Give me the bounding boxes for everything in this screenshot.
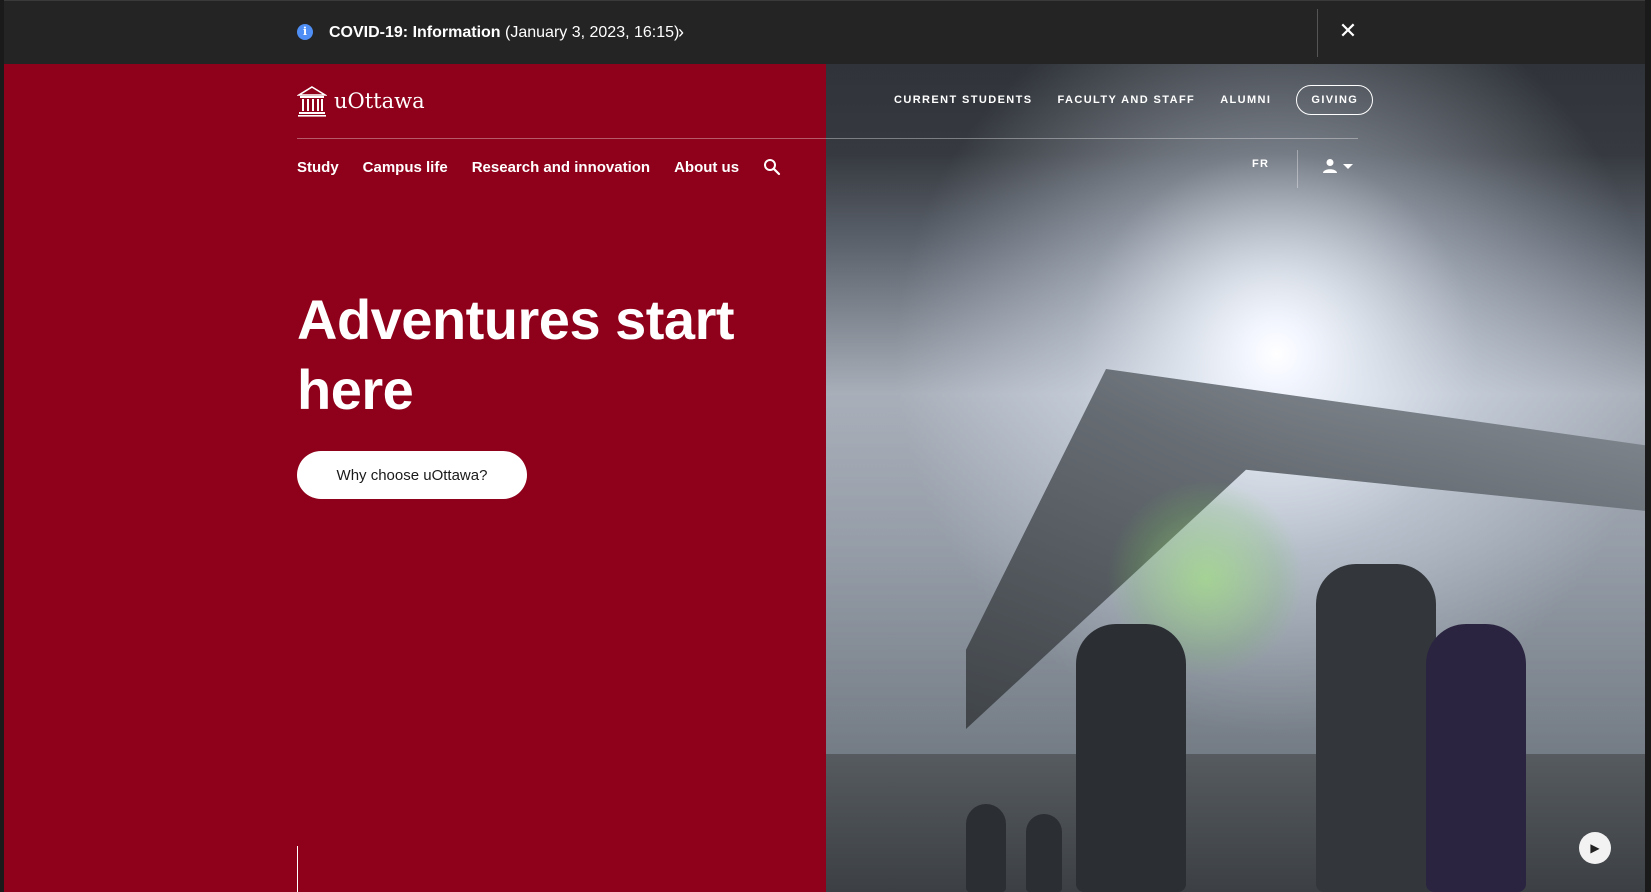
photo-person [1316,564,1436,892]
main-nav: Study Campus life Research and innovatio… [297,155,781,179]
nav-about-us[interactable]: About us [674,159,739,176]
play-icon[interactable]: ▶ [1579,832,1611,864]
search-icon[interactable] [763,158,781,176]
why-choose-button[interactable]: Why choose uOttawa? [297,451,527,499]
covid-alert-bar: i COVID-19: Information (January 3, 2023… [4,0,1645,65]
caret-down-icon [1343,163,1353,169]
scroll-indicator-line [297,846,298,892]
photo-person [1026,814,1062,892]
hero-video-photo [826,64,1645,892]
nav-faculty-and-staff[interactable]: FACULTY AND STAFF [1058,94,1196,106]
nav-current-students[interactable]: CURRENT STUDENTS [894,94,1033,106]
university-logo-icon [297,86,327,117]
chevron-right-icon[interactable]: › [678,21,684,43]
photo-person [1076,624,1186,892]
uottawa-logo[interactable]: uOttawa [297,84,425,118]
user-icon [1323,159,1337,173]
language-toggle-fr[interactable]: FR [1252,158,1269,170]
hero-title: Adventures start here [297,288,735,421]
alert-date: (January 3, 2023, 16:15) [505,24,680,41]
nav-alumni[interactable]: ALUMNI [1220,94,1271,106]
user-menu-button[interactable] [1322,158,1353,174]
giving-button[interactable]: GIVING [1296,85,1374,115]
utility-divider [1297,150,1298,188]
photo-station-canopy [966,369,1645,729]
photo-person [966,804,1006,892]
browser-viewport: i COVID-19: Information (January 3, 2023… [4,0,1645,892]
photo-person [1426,624,1526,892]
nav-campus-life[interactable]: Campus life [363,159,448,176]
close-icon[interactable]: ✕ [1336,19,1360,43]
covid-alert-link[interactable]: COVID-19: Information (January 3, 2023, … [329,22,679,44]
alert-divider [1317,9,1318,57]
header-divider [297,138,1358,139]
nav-research-and-innovation[interactable]: Research and innovation [472,159,650,176]
audience-nav: CURRENT STUDENTS FACULTY AND STAFF ALUMN… [894,84,1374,116]
alert-label: COVID-19: Information [329,24,501,41]
logo-text: uOttawa [334,89,425,113]
nav-study[interactable]: Study [297,159,339,176]
info-icon: i [297,24,313,40]
